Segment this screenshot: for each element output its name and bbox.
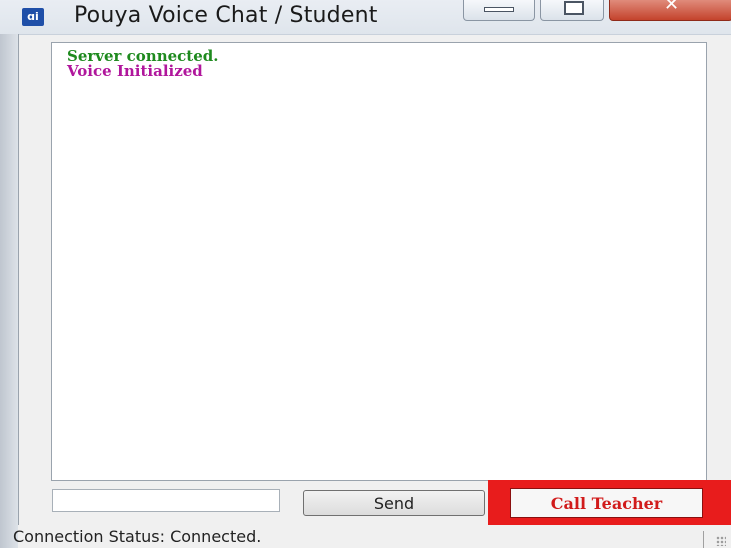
chat-log[interactable]: Server connected. Voice Initialized — [51, 42, 707, 481]
minimize-button[interactable] — [463, 0, 535, 21]
app-icon[interactable]: ɑi — [22, 8, 44, 26]
window-left-border — [0, 34, 19, 548]
connection-status: Connection Status: Connected. — [13, 527, 262, 546]
app-window: ɑi Pouya Voice Chat / Student ✕ Server c… — [0, 0, 731, 548]
maximize-icon — [564, 1, 584, 15]
close-button[interactable]: ✕ — [609, 0, 731, 21]
message-input[interactable] — [52, 489, 280, 512]
maximize-button[interactable] — [540, 0, 604, 21]
call-teacher-button[interactable]: Call Teacher — [510, 488, 703, 518]
minimize-icon — [484, 7, 514, 12]
close-icon: ✕ — [664, 0, 680, 15]
resize-grip-icon[interactable] — [716, 536, 726, 546]
status-divider — [703, 531, 704, 548]
chat-message: Voice Initialized — [67, 62, 203, 80]
title-bar[interactable]: ɑi Pouya Voice Chat / Student ✕ — [0, 0, 731, 35]
window-title: Pouya Voice Chat / Student — [74, 3, 378, 28]
send-button[interactable]: Send — [303, 490, 485, 516]
